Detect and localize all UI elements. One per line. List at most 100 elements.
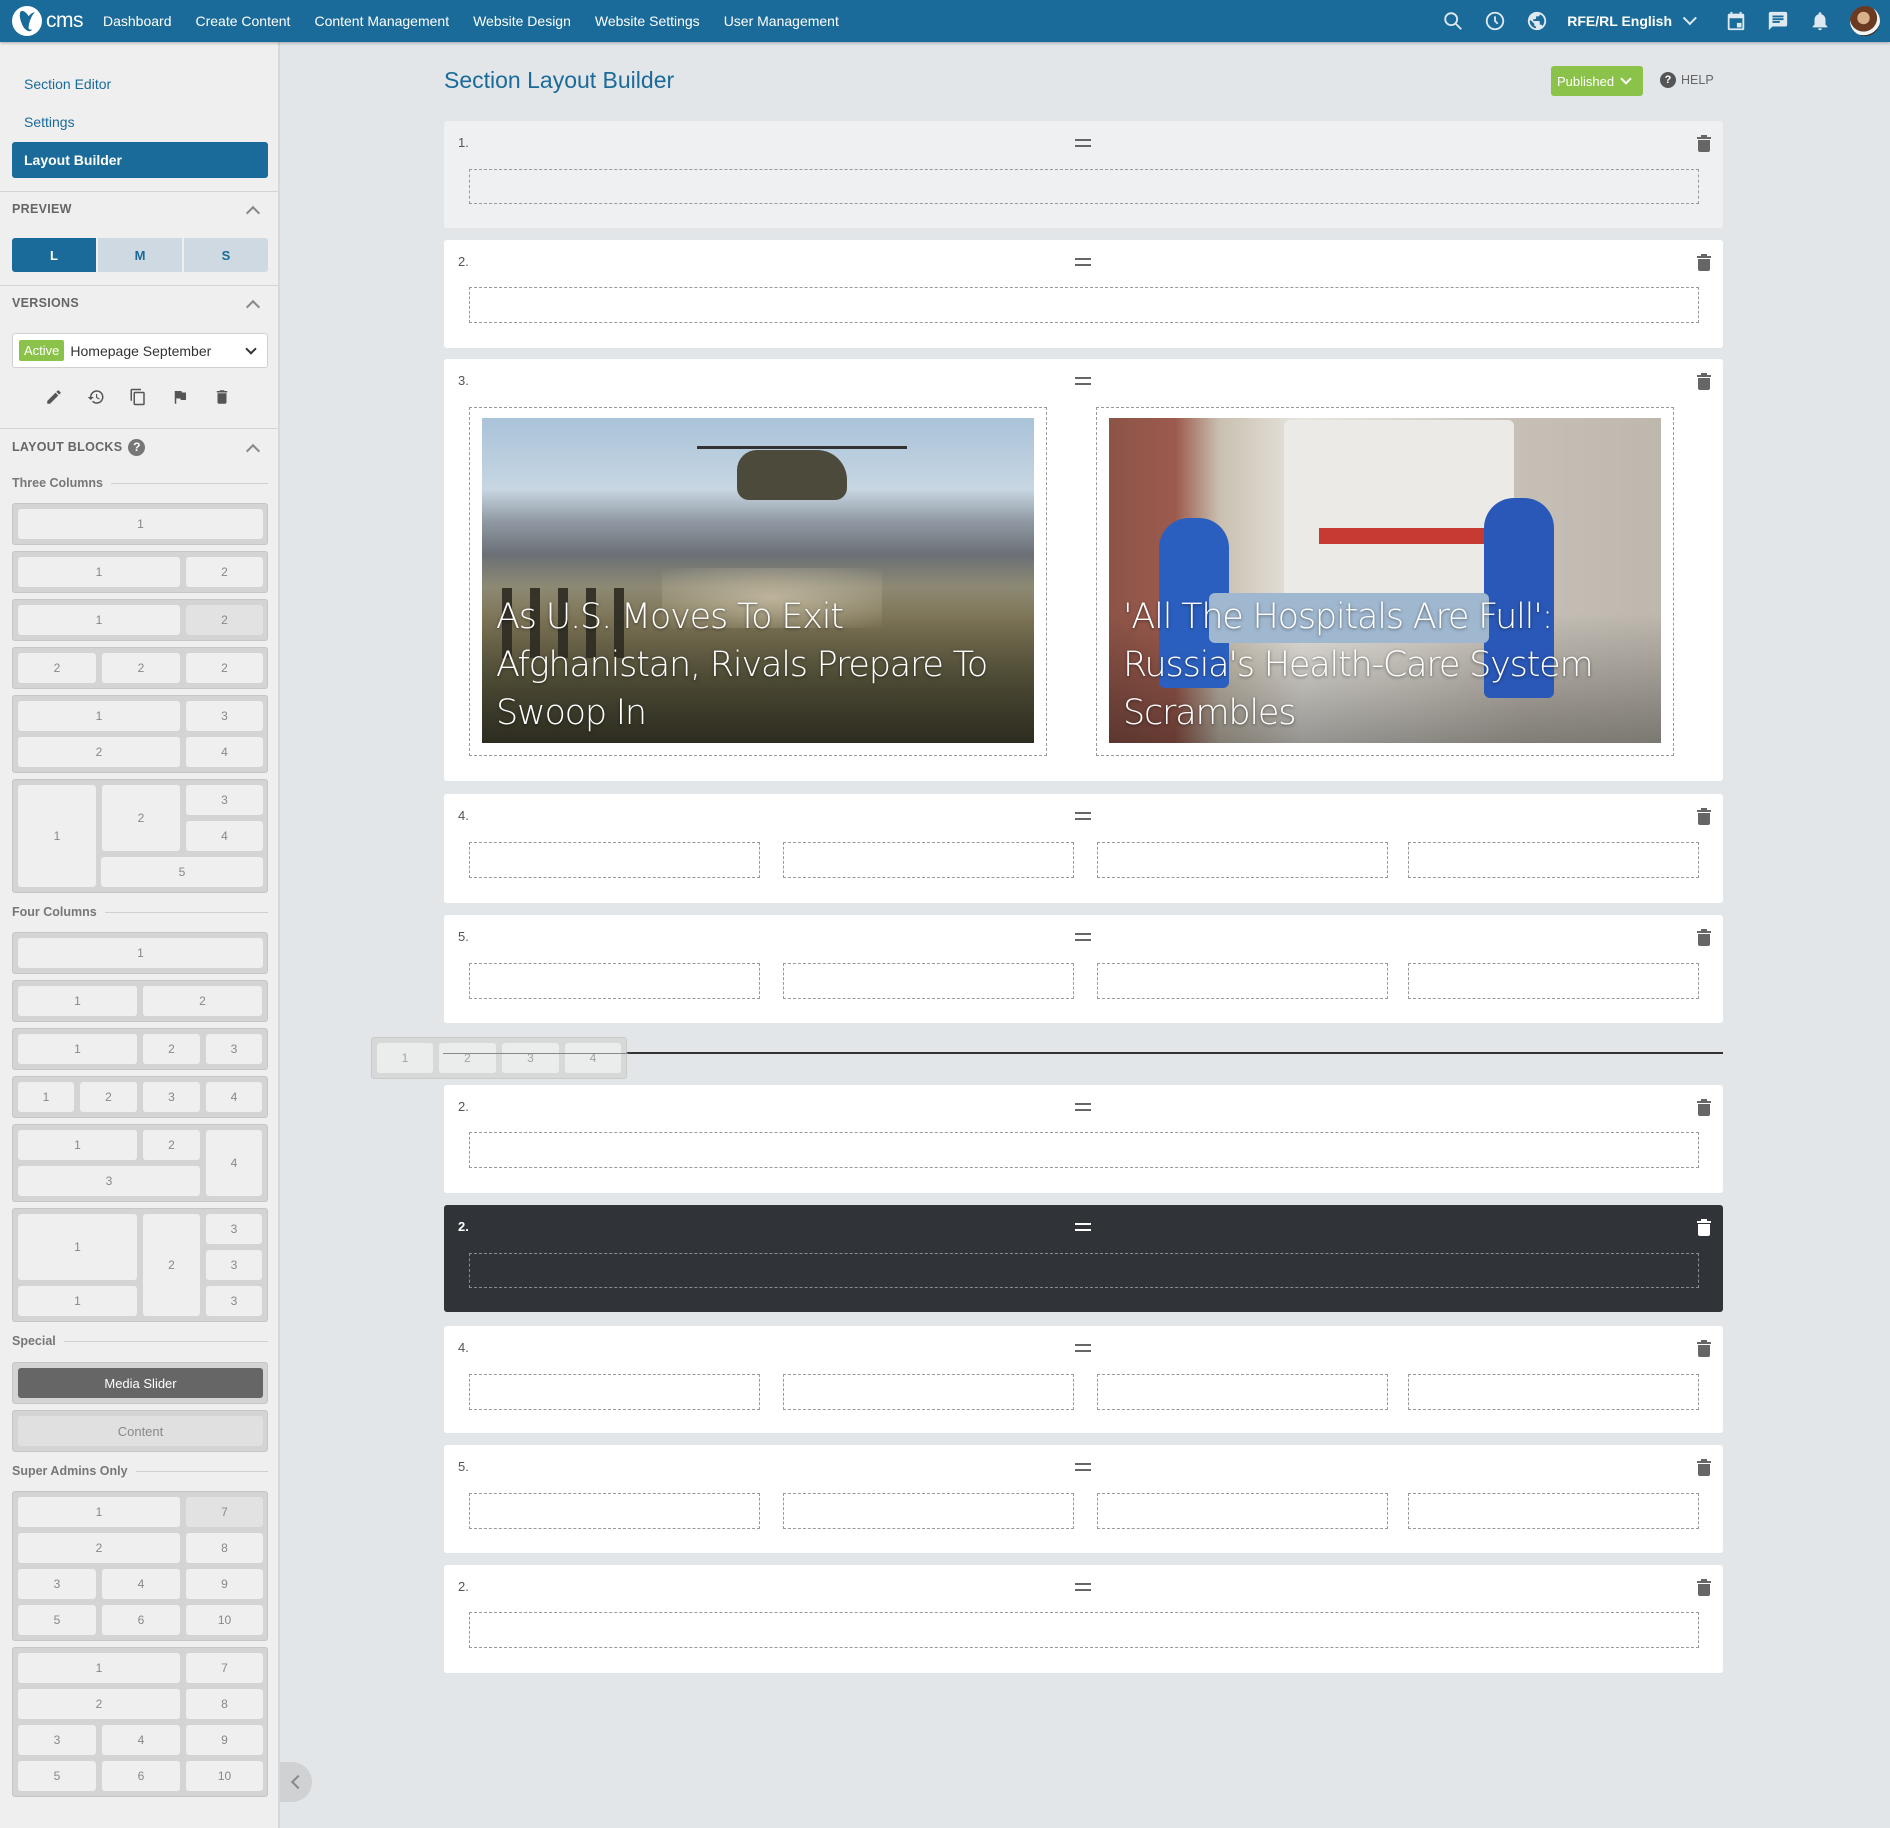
layout-block-3col-thirds[interactable]: 2 2 2 [12, 647, 268, 689]
collapse-layout-blocks-chevron-up-icon[interactable] [245, 443, 261, 459]
content-slot[interactable] [469, 287, 1699, 323]
collapse-versions-chevron-up-icon[interactable] [245, 299, 261, 315]
version-select[interactable]: Active Homepage September [12, 333, 268, 368]
trash-icon[interactable] [1697, 254, 1711, 271]
content-slot[interactable] [1408, 842, 1699, 878]
trash-icon[interactable] [1697, 1099, 1711, 1116]
layout-row[interactable]: 1. [444, 121, 1723, 228]
drag-handle-icon[interactable] [1075, 258, 1091, 266]
calendar-icon[interactable] [1724, 9, 1748, 33]
trash-icon[interactable] [1697, 1459, 1711, 1476]
content-slot[interactable] [1408, 963, 1699, 999]
edit-icon[interactable] [44, 387, 64, 407]
layout-block-4col-halves[interactable]: 1 2 [12, 980, 268, 1022]
article-image-afghanistan[interactable]: As U.S. Moves To Exit Afghanistan, Rival… [482, 418, 1034, 743]
layout-block-4col-grid-6[interactable]: 1 1 2 3 3 3 [12, 1208, 268, 1322]
content-slot[interactable] [469, 1612, 1699, 1648]
preview-size-medium[interactable]: M [98, 238, 182, 272]
drag-handle-icon[interactable] [1075, 377, 1091, 385]
article-image-russia[interactable]: 'All The Hospitals Are Full': Russia's H… [1109, 418, 1661, 743]
layout-row[interactable]: 2. [444, 240, 1723, 348]
sidebar-item-section-editor[interactable]: Section Editor [24, 76, 111, 92]
nav-website-design[interactable]: Website Design [473, 13, 571, 29]
user-avatar[interactable] [1850, 6, 1880, 36]
article-card[interactable]: As U.S. Moves To Exit Afghanistan, Rival… [469, 407, 1047, 756]
layout-block-4col-grid-4[interactable]: 1 2 3 4 [12, 1124, 268, 1202]
collapse-preview-chevron-up-icon[interactable] [245, 205, 261, 221]
content-slot[interactable] [1408, 1374, 1699, 1410]
layout-row[interactable]: 4. [444, 1326, 1723, 1433]
drag-handle-icon[interactable] [1075, 1463, 1091, 1471]
layout-block-4col-quarters[interactable]: 1 2 3 4 [12, 1076, 268, 1118]
collapse-sidebar-chevron-left-icon[interactable] [280, 1762, 312, 1802]
layout-block-3col-full[interactable]: 1 [12, 503, 268, 545]
nav-dashboard[interactable]: Dashboard [103, 13, 172, 29]
layout-row[interactable]: 3. As U.S. Moves To Exit Afghanistan, Ri… [444, 359, 1723, 781]
trash-icon[interactable] [1697, 808, 1711, 825]
help-question-icon[interactable]: ? [128, 439, 146, 456]
search-icon[interactable] [1441, 9, 1465, 33]
sidebar-item-settings[interactable]: Settings [24, 114, 75, 130]
copy-icon[interactable] [128, 387, 148, 407]
layout-row[interactable]: 4. [444, 794, 1723, 903]
layout-row-selected[interactable]: 2. [444, 1205, 1723, 1312]
content-slot[interactable] [783, 963, 1074, 999]
content-slot[interactable] [783, 1493, 1074, 1529]
content-slot[interactable] [783, 842, 1074, 878]
drag-handle-icon[interactable] [1075, 1583, 1091, 1591]
trash-icon[interactable] [1697, 135, 1711, 152]
globe-icon[interactable] [1525, 9, 1549, 33]
flag-icon[interactable] [170, 387, 190, 407]
layout-row[interactable]: 5. [444, 915, 1723, 1023]
layout-block-content[interactable]: Content [12, 1410, 268, 1452]
layout-block-3col-grid-5[interactable]: 1 2 3 4 5 [12, 779, 268, 893]
layout-row[interactable]: 2. [444, 1565, 1723, 1673]
drag-handle-icon[interactable] [1075, 933, 1091, 941]
delete-icon[interactable] [212, 387, 232, 407]
content-slot[interactable] [469, 1374, 760, 1410]
article-headline[interactable]: 'All The Hospitals Are Full': Russia's H… [1123, 593, 1647, 737]
content-slot[interactable] [469, 1253, 1699, 1288]
content-slot[interactable] [1097, 963, 1388, 999]
nav-content-management[interactable]: Content Management [314, 13, 449, 29]
cms-logo[interactable]: cms [12, 6, 84, 36]
drag-handle-icon[interactable] [1075, 1103, 1091, 1111]
content-slot[interactable] [469, 1132, 1699, 1168]
layout-block-media-slider[interactable]: Media Slider [12, 1362, 268, 1404]
nav-create-content[interactable]: Create Content [196, 13, 291, 29]
trash-icon[interactable] [1697, 929, 1711, 946]
help-button[interactable]: ? HELP [1660, 72, 1714, 88]
notifications-bell-icon[interactable] [1808, 9, 1832, 33]
history-clock-icon[interactable] [1483, 9, 1507, 33]
layout-block-4col-2-1-1[interactable]: 1 2 3 [12, 1028, 268, 1070]
content-slot[interactable] [1097, 1374, 1388, 1410]
content-slot[interactable] [1097, 1493, 1388, 1529]
drag-handle-icon[interactable] [1075, 1223, 1091, 1231]
preview-size-small[interactable]: S [184, 238, 268, 272]
language-selector[interactable]: RFE/RL English [1567, 11, 1714, 29]
content-slot[interactable] [469, 1493, 760, 1529]
layout-block-3col-grid-4[interactable]: 1 3 2 4 [12, 695, 268, 773]
layout-block-3col-2-1[interactable]: 1 2 [12, 551, 268, 593]
layout-block-3col-2-1-alt[interactable]: 1 2 [12, 599, 268, 641]
trash-icon[interactable] [1697, 1219, 1711, 1236]
content-slot[interactable] [469, 842, 760, 878]
layout-row[interactable]: 2. [444, 1085, 1723, 1193]
content-slot[interactable] [783, 1374, 1074, 1410]
article-card[interactable]: 'All The Hospitals Are Full': Russia's H… [1096, 407, 1674, 756]
content-slot[interactable] [469, 963, 760, 999]
dragged-layout-block-preview[interactable]: 1 2 3 4 [371, 1037, 627, 1079]
content-slot[interactable] [469, 169, 1699, 204]
trash-icon[interactable] [1697, 1340, 1711, 1357]
sidebar-item-layout-builder[interactable]: Layout Builder [12, 142, 268, 178]
messages-icon[interactable] [1766, 9, 1790, 33]
layout-block-4col-full[interactable]: 1 [12, 932, 268, 974]
trash-icon[interactable] [1697, 373, 1711, 390]
content-slot[interactable] [1408, 1493, 1699, 1529]
trash-icon[interactable] [1697, 1579, 1711, 1596]
drag-handle-icon[interactable] [1075, 1344, 1091, 1352]
article-headline[interactable]: As U.S. Moves To Exit Afghanistan, Rival… [496, 593, 1020, 737]
drag-handle-icon[interactable] [1075, 812, 1091, 820]
layout-row[interactable]: 5. [444, 1445, 1723, 1553]
content-slot[interactable] [1097, 842, 1388, 878]
